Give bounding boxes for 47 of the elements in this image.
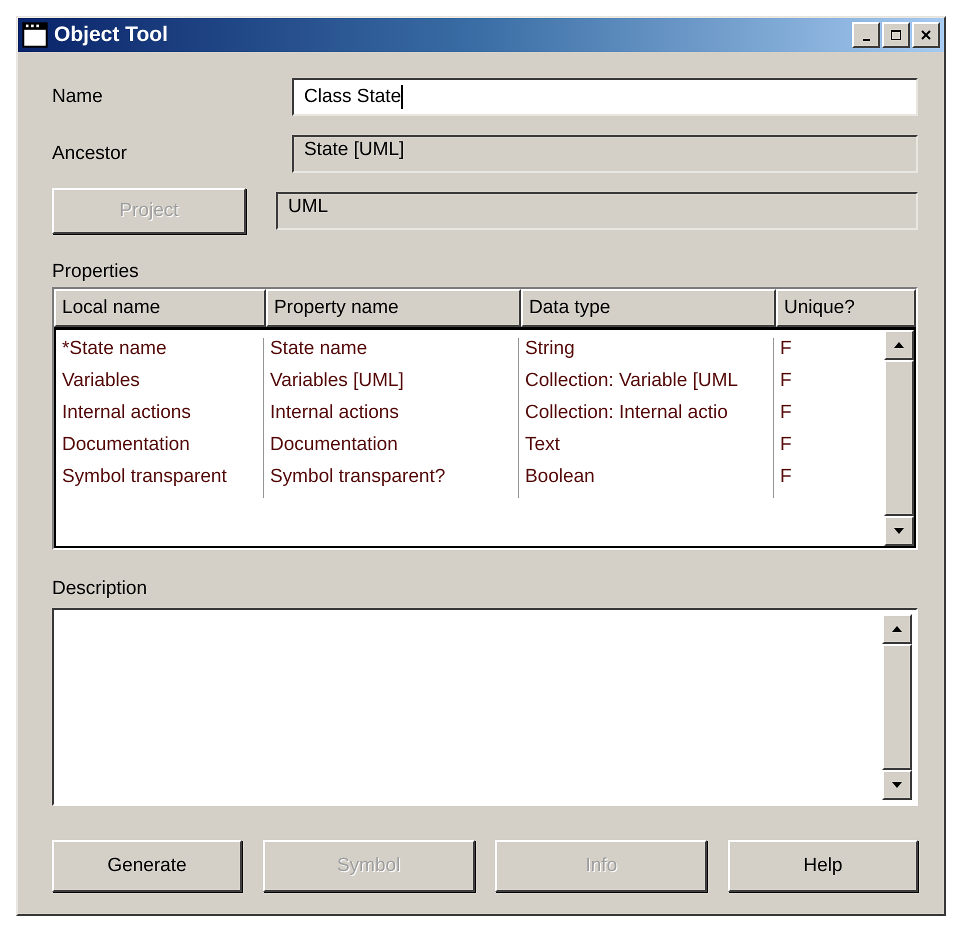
down-arrow-icon xyxy=(892,782,902,788)
table-cell-text: F xyxy=(779,338,793,361)
table-cell-text: F xyxy=(779,402,793,425)
scrollbar[interactable] xyxy=(882,614,912,800)
table-cell: Collection: Variable [UML xyxy=(519,370,774,402)
table-cell: Documentation xyxy=(56,434,264,466)
close-icon xyxy=(920,29,932,41)
table-cell: Variables xyxy=(56,370,264,402)
section-label: Properties xyxy=(52,261,140,284)
table-cell: State name xyxy=(264,338,519,370)
scrollbar[interactable] xyxy=(884,330,914,546)
table-cell: Variables [UML] xyxy=(264,370,519,402)
table-cell-text: F xyxy=(779,434,793,457)
up-arrow-icon xyxy=(894,342,904,348)
window-title: Object Tool xyxy=(54,23,169,47)
table-cell: Text xyxy=(519,434,774,466)
column-header[interactable]: Data type xyxy=(521,289,776,327)
table-cell: Symbol transparent xyxy=(56,466,264,498)
column-header[interactable]: Local name xyxy=(54,289,266,327)
maximize-button[interactable] xyxy=(882,22,910,48)
table-cell: Internal actions xyxy=(56,402,264,434)
table-cell: Symbol transparent? xyxy=(264,466,519,498)
table-cell: Boolean xyxy=(519,466,774,498)
section-label: Description xyxy=(52,578,148,601)
field-label: Ancestor xyxy=(52,142,128,164)
close-button[interactable] xyxy=(912,22,940,48)
table-cell-text: F xyxy=(779,466,793,489)
table-cell: Collection: Internal actio xyxy=(519,402,774,434)
minimize-button[interactable] xyxy=(852,22,880,48)
description-field[interactable] xyxy=(52,608,918,806)
table-cell: String xyxy=(519,338,774,370)
dialog-button[interactable]: Help xyxy=(728,840,918,892)
table-cell: *State name xyxy=(56,338,264,370)
window-icon xyxy=(22,22,48,48)
field-label: Name xyxy=(52,86,104,108)
table-cell-text: F xyxy=(779,370,793,393)
minimize-icon xyxy=(862,38,870,40)
up-arrow-icon xyxy=(892,626,902,632)
input-field[interactable]: Class State xyxy=(292,78,918,116)
maximize-icon xyxy=(890,29,902,41)
table-cell: Documentation xyxy=(264,434,519,466)
input-field[interactable]: State [UML] xyxy=(292,134,918,172)
table-cell: Internal actions xyxy=(264,402,519,434)
dialog-button[interactable]: Generate xyxy=(52,840,242,892)
column-header[interactable]: Unique? xyxy=(776,289,916,327)
down-arrow-icon xyxy=(894,528,904,534)
column-header[interactable]: Property name xyxy=(266,289,521,327)
